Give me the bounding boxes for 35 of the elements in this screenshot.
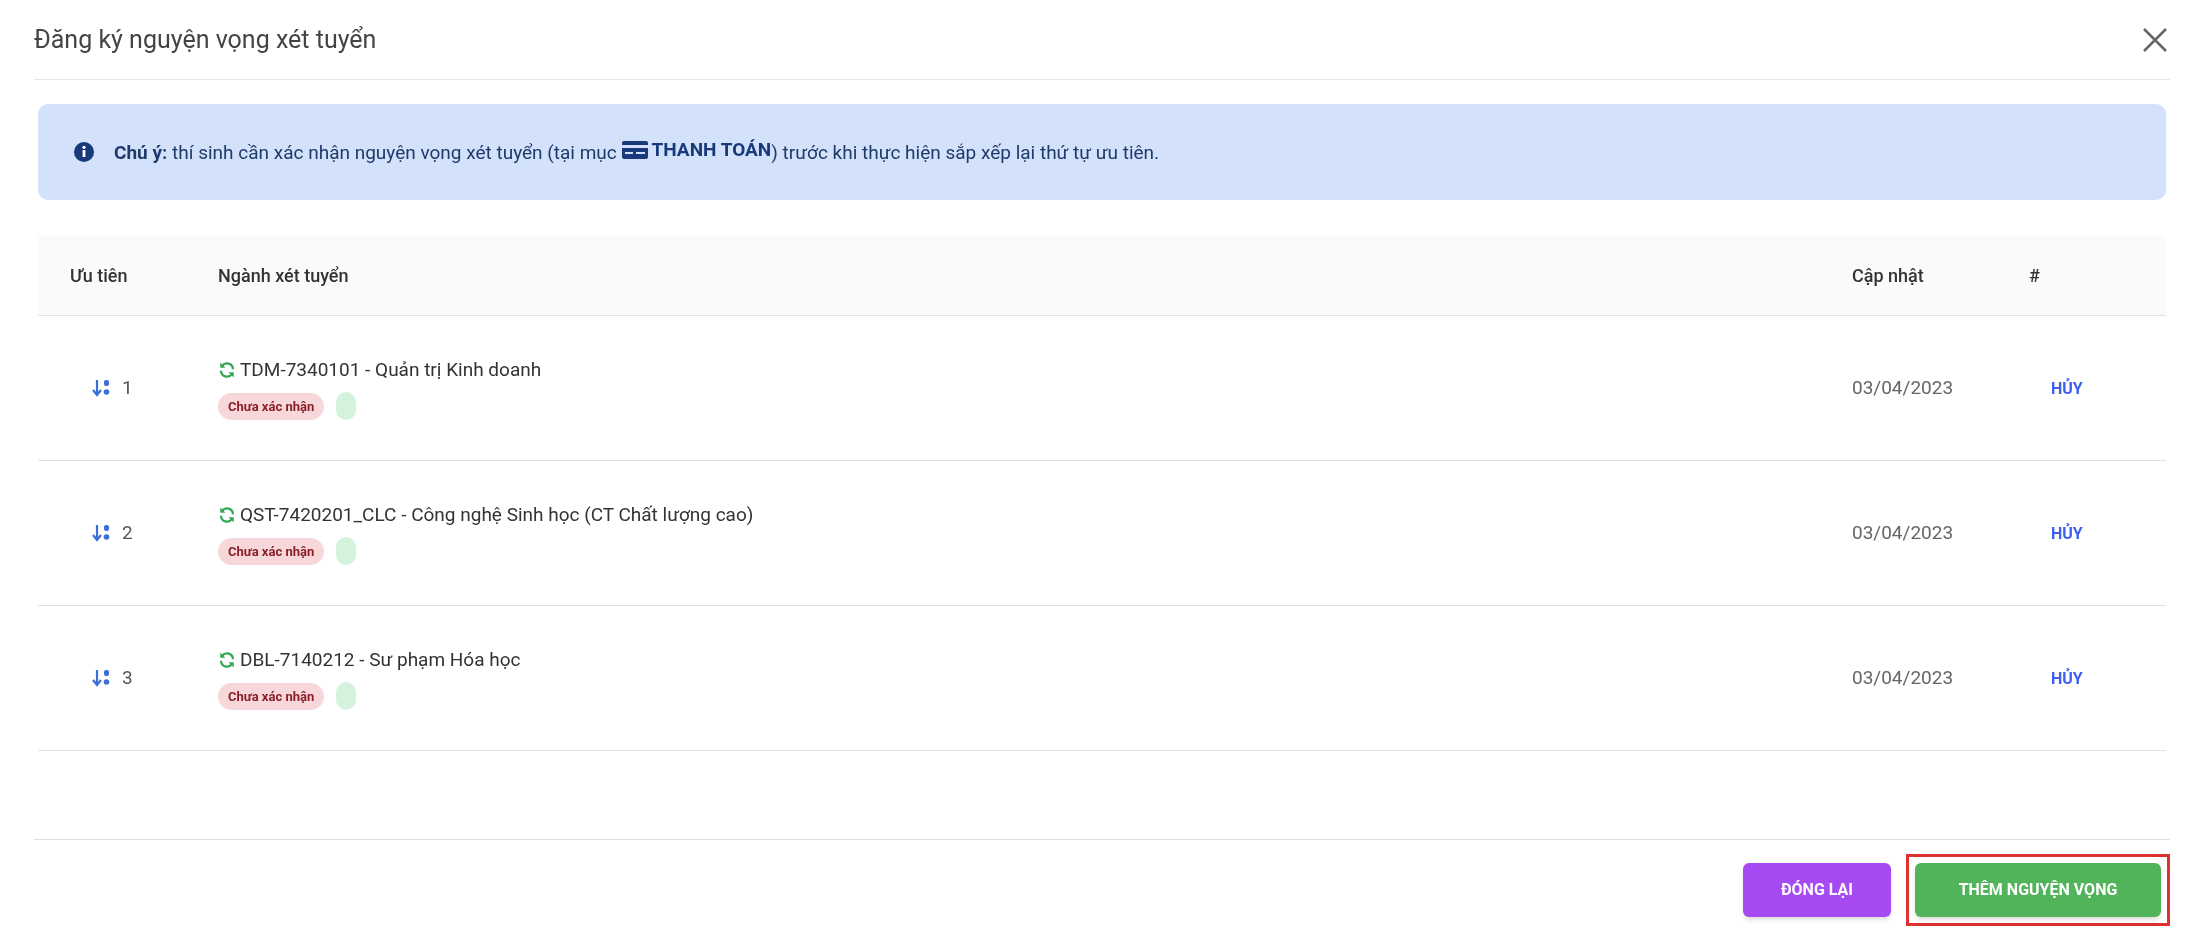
update-date: 03/04/2023 [1852, 374, 1955, 401]
status-badge: Chưa xác nhận [218, 537, 325, 565]
program-name: TDM-7340101 - Quản trị Kinh doanh [240, 356, 542, 383]
add-button[interactable]: THÊM NGUYỆN VỌNG [1915, 863, 2161, 917]
payment-link[interactable]: THANH TOÁN [621, 136, 772, 165]
refresh-icon [218, 651, 236, 669]
cancel-link[interactable]: HỦY [2051, 666, 2083, 691]
sort-icon[interactable] [92, 524, 112, 542]
blank-badge [336, 537, 357, 566]
priority-number: 1 [122, 374, 133, 401]
cancel-link[interactable]: HỦY [2051, 521, 2083, 546]
close-button[interactable]: ĐÓNG LẠI [1743, 863, 1891, 917]
column-header: Ngành xét tuyển [218, 264, 350, 288]
priority-number: 2 [122, 519, 133, 546]
column-header: Cập nhật [1852, 264, 1925, 288]
program-name: DBL-7140212 - Sư phạm Hóa học [240, 646, 521, 673]
sort-icon[interactable] [92, 669, 112, 687]
cancel-link[interactable]: HỦY [2051, 376, 2083, 401]
column-header: # [2029, 264, 2041, 288]
update-date: 03/04/2023 [1852, 519, 1955, 546]
blank-badge [336, 392, 357, 421]
status-badge: Chưa xác nhận [218, 392, 325, 420]
priority-number: 3 [122, 664, 133, 691]
notice-text: Chú ý: thí sinh cần xác nhận nguyện vọng xét tuyển (tại mục THANH TOÁN) trước khi thực hiện sắp xếp lại thứ tự ưu tiên. [114, 136, 1160, 167]
card-icon [621, 141, 648, 160]
update-date: 03/04/2023 [1852, 664, 1955, 691]
program-name: QST-7420201_CLC - Công nghệ Sinh học (CT Chất lượng cao) [240, 501, 754, 528]
sort-icon[interactable] [92, 379, 112, 397]
refresh-icon [218, 506, 236, 524]
blank-badge [336, 682, 357, 711]
info-icon [74, 142, 94, 162]
refresh-icon [218, 361, 236, 379]
status-badge: Chưa xác nhận [218, 682, 325, 710]
column-header: Ưu tiên [69, 264, 129, 288]
dialog-title: Đăng ký nguyện vọng xét tuyển [34, 23, 377, 56]
